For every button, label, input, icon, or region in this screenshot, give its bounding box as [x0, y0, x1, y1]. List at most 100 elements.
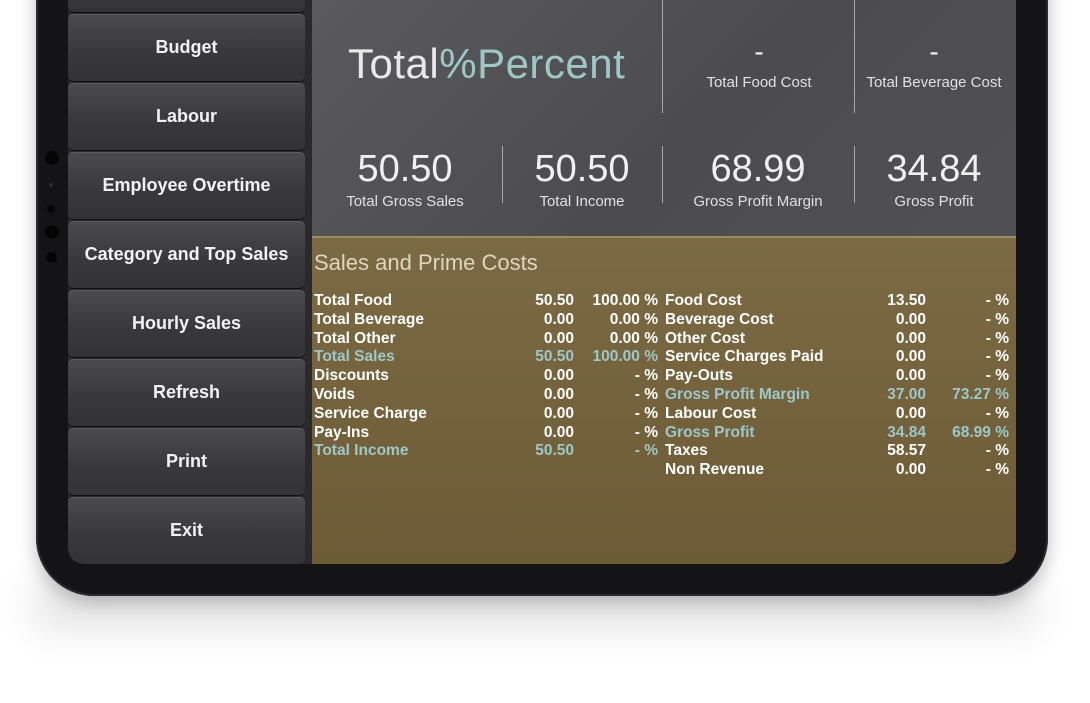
- print-button-label: Print: [165, 451, 207, 471]
- sidebar-button-top[interactable]: [68, 0, 305, 12]
- row-value: 0.00: [895, 348, 926, 366]
- row-value: 50.50: [535, 348, 574, 366]
- row-label: Gross Profit Margin: [665, 385, 810, 403]
- table-row: Total Food 50.50 100.00 %: [314, 292, 658, 311]
- print-button[interactable]: Print: [68, 428, 305, 495]
- row-percent: 0.00 %: [609, 310, 658, 328]
- table-row: Taxes 58.57 - %: [665, 442, 1009, 461]
- employee-overtime-button[interactable]: Employee Overtime: [68, 152, 305, 219]
- kpi-label: Gross Profit Margin: [693, 193, 823, 210]
- kpi-value: 68.99: [710, 148, 806, 190]
- exit-button[interactable]: Exit: [68, 497, 305, 564]
- category-top-sales-button-label: Category and Top Sales: [84, 244, 289, 264]
- kpi-value: 50.50: [534, 148, 630, 190]
- row-percent: 68.99 %: [952, 423, 1009, 441]
- row-label: Total Income: [314, 442, 409, 460]
- table-row: Total Other 0.00 0.00 %: [314, 330, 658, 349]
- row-percent: - %: [985, 310, 1009, 328]
- row-percent: - %: [985, 329, 1009, 347]
- row-label: Non Revenue: [665, 461, 765, 479]
- sales-table: Total Food 50.50 100.00 % Total Beverage 0.0…: [314, 292, 658, 461]
- sensor-dot: [49, 183, 53, 187]
- row-value: 50.50: [535, 442, 574, 460]
- kpi-total-food-cost: - Total Food Cost: [674, 36, 844, 91]
- row-label: Other Cost: [665, 329, 746, 347]
- hourly-sales-button[interactable]: Hourly Sales: [68, 290, 305, 357]
- row-percent: - %: [634, 442, 658, 460]
- divider: [854, 146, 855, 203]
- row-value: 13.50: [887, 292, 926, 309]
- table-row: Total Sales 50.50 100.00 %: [314, 348, 658, 367]
- row-label: Service Charges Paid: [665, 348, 824, 366]
- category-top-sales-button[interactable]: Category and Top Sales: [68, 221, 305, 288]
- divider: [854, 0, 855, 113]
- row-value: 0.00: [895, 404, 926, 422]
- table-row: Gross Profit 34.84 68.99 %: [665, 424, 1009, 443]
- app-screen: Budget Labour Employee Overtime Category…: [68, 0, 1016, 564]
- labour-button[interactable]: Labour: [68, 83, 305, 150]
- row-label: Food Cost: [665, 292, 742, 309]
- row-label: Service Charge: [314, 404, 427, 422]
- row-value: 0.00: [543, 367, 574, 385]
- row-value: 0.00: [543, 404, 574, 422]
- panel-title: Sales and Prime Costs: [314, 250, 538, 275]
- row-label: Voids: [314, 385, 356, 403]
- labour-button-label: Labour: [156, 106, 217, 126]
- row-percent: - %: [634, 385, 658, 403]
- kpi-label: Total Beverage Cost: [866, 74, 1002, 91]
- costs-table: Food Cost 13.50- % Beverage Cost 0.00- % Oth…: [665, 292, 1009, 480]
- camera-dot: [45, 151, 59, 165]
- row-percent: - %: [985, 461, 1009, 479]
- dashboard-main: Total%Percent - Total Food Cost - Total …: [312, 0, 1016, 564]
- sales-prime-costs-panel: Sales and Prime Costs Total Food 50.50 100…: [312, 236, 1016, 564]
- row-value: 0.00: [543, 423, 574, 441]
- kpi-label: Gross Profit: [894, 193, 974, 210]
- kpi-label: Total Income: [539, 193, 625, 210]
- sidebar: Budget Labour Employee Overtime Category…: [68, 0, 305, 564]
- row-value: 37.00: [887, 385, 926, 403]
- row-value: 34.84: [887, 423, 926, 441]
- table-row: Total Income 50.50 - %: [314, 442, 658, 461]
- sensor-dot-3: [46, 252, 57, 263]
- row-value: 50.50: [535, 292, 574, 309]
- row-percent: 100.00 %: [592, 348, 659, 366]
- row-label: Pay-Ins: [314, 423, 370, 441]
- row-label: Discounts: [314, 367, 389, 385]
- kpi-value: -: [929, 36, 939, 67]
- row-value: 0.00: [543, 329, 574, 347]
- divider: [502, 146, 503, 203]
- row-percent: - %: [985, 348, 1009, 366]
- kpi-gross-profit-margin: 68.99 Gross Profit Margin: [664, 148, 852, 210]
- row-label: Gross Profit: [665, 423, 755, 441]
- row-percent: 73.27 %: [952, 385, 1009, 403]
- kpi-label: Total Food Cost: [706, 74, 812, 91]
- camera-dot-2: [45, 225, 59, 239]
- row-label: Total Sales: [314, 348, 395, 366]
- kpi-value: 50.50: [357, 148, 453, 190]
- logo-percent: %Percent: [439, 40, 626, 87]
- row-label: Total Other: [314, 329, 396, 347]
- row-value: 0.00: [895, 461, 926, 479]
- row-percent: 0.00 %: [609, 329, 658, 347]
- table-row: Other Cost 0.00 - %: [665, 330, 1009, 349]
- table-row: Voids 0.00 - %: [314, 386, 658, 405]
- table-row: Gross Profit Margin 37.00 73.27 %: [665, 386, 1009, 405]
- table-row: Total Beverage 0.00 0.00 %: [314, 311, 658, 330]
- refresh-button[interactable]: Refresh: [68, 359, 305, 426]
- divider: [662, 146, 663, 203]
- table-row: Non Revenue 0.00 - %: [665, 461, 1009, 480]
- row-percent: - %: [634, 404, 658, 422]
- row-label: Labour Cost: [665, 404, 757, 422]
- sensor-dot-2: [47, 205, 55, 213]
- row-value: 58.57: [887, 442, 926, 460]
- row-label: Total Beverage: [314, 310, 424, 328]
- row-value: 0.00: [895, 367, 926, 385]
- row-percent: 100.00 %: [592, 292, 659, 309]
- table-row: Service Charge 0.00 - %: [314, 405, 658, 424]
- kpi-total-beverage-cost: - Total Beverage Cost: [862, 36, 1006, 91]
- budget-button[interactable]: Budget: [68, 14, 305, 81]
- row-percent: - %: [985, 367, 1009, 385]
- table-row: Pay-Ins 0.00 - %: [314, 424, 658, 443]
- kpi-label: Total Gross Sales: [346, 193, 464, 210]
- row-label: Total Food: [314, 292, 393, 309]
